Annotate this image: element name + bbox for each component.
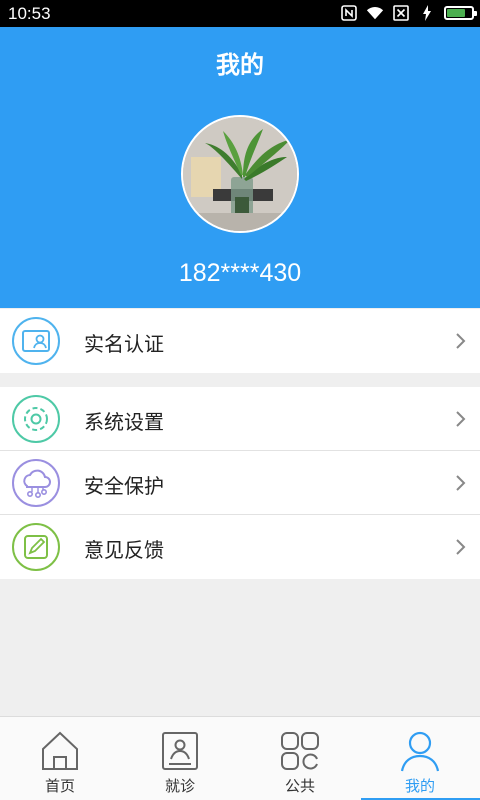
user-icon [400, 731, 440, 772]
status-icons [340, 5, 477, 21]
avatar-image [183, 117, 297, 231]
profile-header: 我的 182****430 [0, 27, 480, 308]
status-time: 10:53 [8, 4, 51, 23]
avatar[interactable] [181, 115, 299, 233]
tab-label: 就诊 [164, 777, 195, 795]
tab-public[interactable]: 公共 [240, 717, 360, 800]
charging-icon [418, 5, 436, 21]
bottom-tab-bar: 首页 就诊 公共 我的 [0, 716, 480, 800]
tab-label: 首页 [44, 777, 75, 795]
menu-item-feedback[interactable]: 意见反馈 [0, 515, 480, 579]
status-bar: 10:53 [0, 0, 480, 27]
chevron-right-icon [456, 475, 466, 491]
menu-item-label: 意见反馈 [84, 538, 164, 562]
chevron-right-icon [456, 333, 466, 349]
nfc-icon [340, 5, 358, 21]
menu-item-label: 安全保护 [84, 474, 164, 498]
menu-item-system-settings[interactable]: 系统设置 [0, 387, 480, 451]
menu-item-security[interactable]: 安全保护 [0, 451, 480, 515]
phone-number: 182****430 [178, 259, 302, 287]
menu-item-label: 实名认证 [84, 332, 164, 356]
menu-item-real-name-auth[interactable]: 实名认证 [0, 309, 480, 373]
chevron-right-icon [456, 411, 466, 427]
page-title: 我的 [216, 51, 264, 79]
home-icon [42, 731, 78, 770]
tab-mine[interactable]: 我的 [360, 717, 480, 800]
tab-home[interactable]: 首页 [0, 717, 120, 800]
chevron-right-icon [456, 539, 466, 555]
medical-card-icon [162, 732, 198, 770]
cloud-network-icon [12, 459, 60, 507]
gear-icon [12, 395, 60, 443]
menu-group-verification: 实名认证 [0, 309, 480, 373]
id-card-icon [12, 317, 60, 365]
sim-x-icon [392, 5, 410, 21]
edit-icon [12, 523, 60, 571]
grid-icon [281, 732, 319, 770]
wifi-icon [366, 5, 384, 21]
tab-label: 我的 [404, 777, 435, 795]
battery-level [447, 9, 465, 17]
menu-item-label: 系统设置 [84, 410, 164, 434]
tab-visit[interactable]: 就诊 [120, 717, 240, 800]
tab-label: 公共 [284, 777, 315, 795]
menu-group-settings: 系统设置 安全保护 意见反馈 [0, 387, 480, 579]
battery-icon [444, 6, 477, 20]
